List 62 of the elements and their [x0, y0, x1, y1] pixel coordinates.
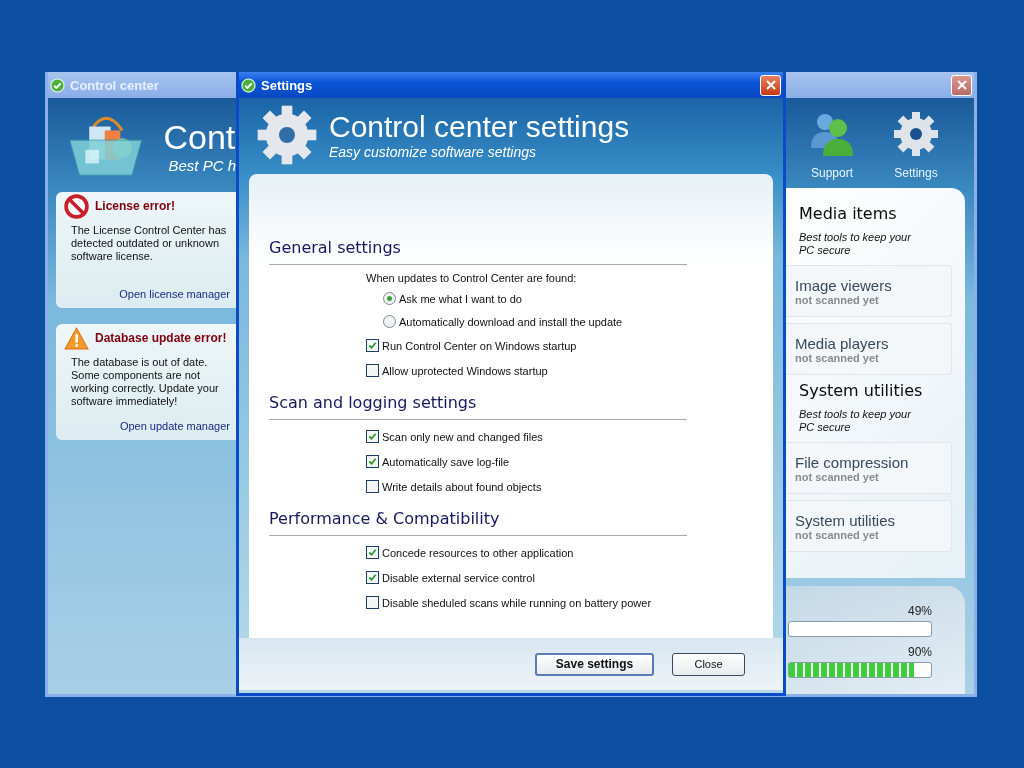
checkmark-icon [368, 457, 377, 466]
checkbox-option[interactable]: Concede resources to other application [366, 540, 687, 565]
window-title: Settings [261, 77, 313, 93]
section-heading: General settings [269, 238, 402, 257]
section-heading: Performance & Compatibility [269, 509, 501, 528]
category-name: Image viewers [795, 276, 893, 294]
alert-message: The License Control Center has detected outdated or unknown software license. [71, 224, 228, 263]
close-button[interactable] [760, 74, 781, 96]
section-heading: Scan and logging settings [269, 393, 478, 412]
radio-option[interactable]: Ask me what I want to do [366, 287, 687, 310]
window-title: Control center [70, 77, 159, 93]
app-title: Cont [163, 116, 236, 157]
category-status: not scanned yet [795, 351, 879, 364]
dialog-button[interactable]: Close [672, 652, 745, 676]
alert-link[interactable]: Open license manager [119, 288, 230, 300]
dialog-heading: Control center settings [329, 110, 630, 144]
group-title: System utilities [799, 381, 924, 400]
category-card[interactable]: File compression not scanned yet [786, 442, 952, 494]
radio-option[interactable]: Automatically download and install the update [366, 310, 687, 333]
app-subtitle: Best PC h [168, 156, 236, 174]
gear-icon [892, 110, 940, 158]
category-name: Media players [795, 334, 890, 352]
category-name: System utilities [795, 511, 897, 529]
close-icon [956, 80, 967, 90]
checkmark-icon [368, 341, 377, 350]
dialog-button[interactable]: Save settings [535, 652, 654, 676]
checkbox-option[interactable]: Allow uprotected Windows startup [366, 358, 687, 383]
category-status: not scanned yet [795, 528, 880, 541]
checkbox-option[interactable]: Scan only new and changed files [366, 424, 687, 449]
checkbox-option[interactable]: Disable external service control [366, 565, 687, 590]
warning-icon [64, 325, 89, 351]
toolbar-button[interactable]: Settings [884, 110, 948, 180]
category-status: not scanned yet [795, 470, 879, 483]
progress-reading: 49% [907, 604, 932, 618]
alert-message: The database is out of date. Some components are not working correctly. Update your software immediately! [71, 356, 220, 408]
group-title: Media items [799, 204, 898, 223]
category-name: File compression [795, 453, 910, 471]
alert-link[interactable]: Open update manager [119, 420, 230, 432]
category-card[interactable]: System utilities not scanned yet [786, 500, 952, 552]
check-icon [241, 77, 256, 93]
checkbox-option[interactable]: Disable sheduled scans while running on battery power [366, 590, 687, 615]
check-icon [50, 77, 65, 93]
category-card[interactable]: Media players not scanned yet [786, 323, 952, 375]
toolbar-button[interactable]: Support [800, 110, 864, 180]
alert-title: Database update error! [95, 331, 227, 345]
group-subtitle: Best tools to keep your PC secure [799, 408, 912, 434]
checkbox-option[interactable]: Run Control Center on Windows startup [366, 333, 687, 358]
checkbox-option[interactable]: Write details about found objects [366, 474, 687, 499]
checkmark-icon [368, 432, 377, 441]
close-icon [765, 80, 776, 90]
progress-reading: 90% [907, 645, 932, 659]
group-subtitle: Best tools to keep your PC secure [799, 231, 912, 257]
option-caption: When updates to Control Center are found: [366, 271, 578, 286]
prohibited-icon [64, 193, 89, 219]
category-card[interactable]: Image viewers not scanned yet [786, 265, 952, 317]
checkmark-icon [368, 548, 377, 557]
gear-icon [255, 103, 319, 167]
checkbox-option[interactable]: Automatically save log-file [366, 449, 687, 474]
category-status: not scanned yet [795, 293, 880, 306]
checkmark-icon [368, 573, 377, 582]
dialog-subtitle: Easy customize software settings [329, 144, 537, 160]
alert-title: License error! [95, 199, 176, 213]
